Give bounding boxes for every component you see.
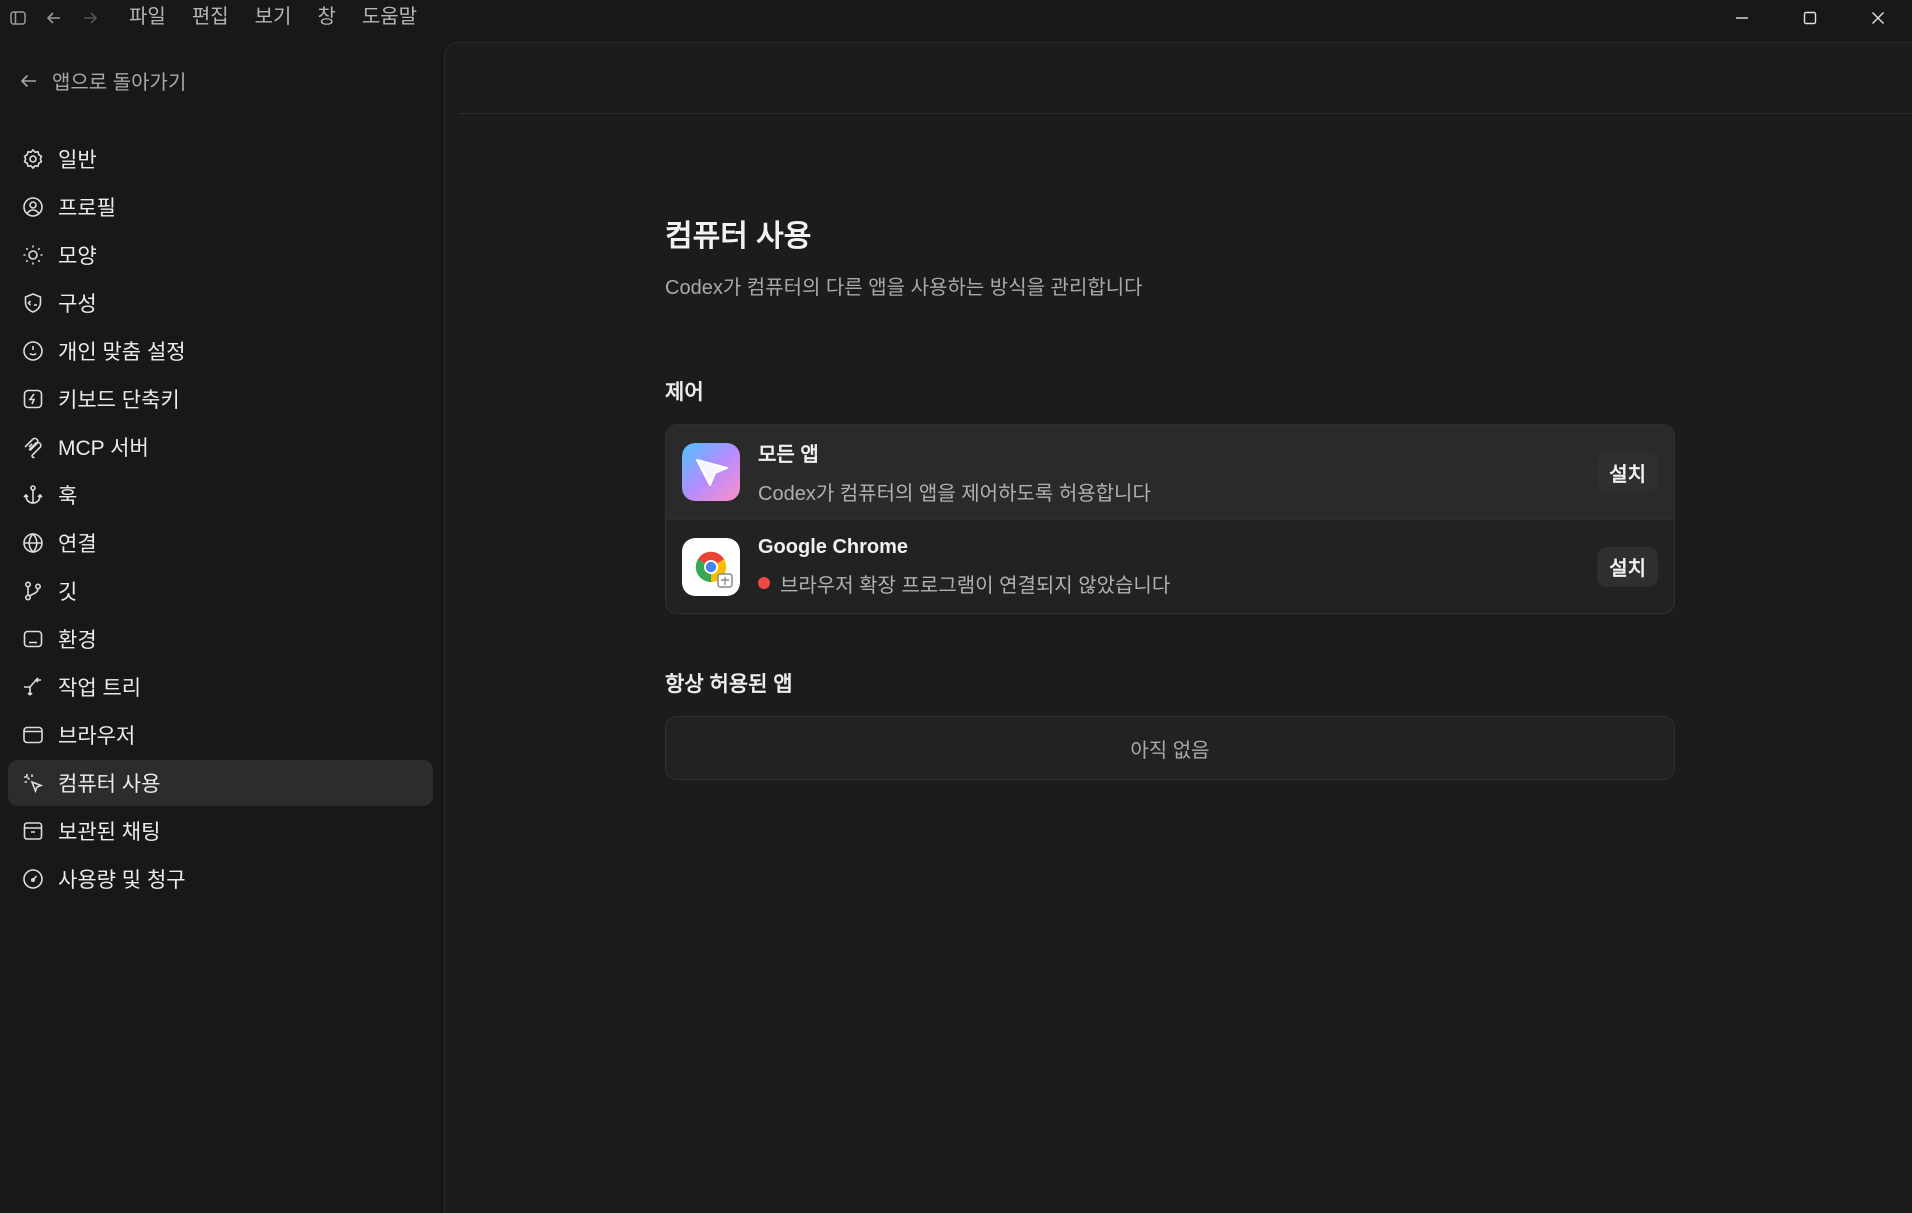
shield-code-icon: [24, 293, 42, 313]
sidebar-item-label: 일반: [58, 149, 97, 172]
globe-icon: [23, 532, 43, 554]
chrome-text: Google Chrome 브라우저 확장 프로그램이 연결되지 않았습니다: [758, 536, 1597, 598]
mcp-icon: [24, 437, 42, 459]
sidebar-item-worktrees[interactable]: 작업 트리: [8, 664, 433, 710]
sidebar-item-label: 보관된 채팅: [58, 821, 161, 844]
cursor-sparkle-icon: [24, 774, 44, 794]
all-apps-text: 모든 앱 Codex가 컴퓨터의 앱을 제어하도록 허용합니다: [758, 438, 1597, 506]
sidebar-item-personalization[interactable]: 개인 맞춤 설정: [8, 328, 433, 374]
install-chrome-button[interactable]: 설치: [1597, 546, 1658, 587]
sidebar-item-label: 연결: [58, 533, 97, 556]
all-apps-description-text: Codex가 컴퓨터의 앱을 제어하도록 허용합니다: [758, 483, 1151, 505]
sidebar-item-label: 개인 맞춤 설정: [58, 341, 186, 364]
git-branch-icon: [25, 581, 42, 601]
window-controls: [1708, 0, 1912, 36]
sidebar-item-profile[interactable]: 프로필: [8, 184, 433, 230]
sidebar-item-keyboard-shortcuts[interactable]: 키보드 단축키: [8, 376, 433, 422]
arrow-left-icon: [20, 74, 36, 87]
back-to-app-label: 앱으로 돌아가기: [52, 72, 187, 94]
sidebar-item-label: 깃: [58, 581, 78, 604]
sidebar-item-browser[interactable]: 브라우저: [8, 712, 433, 758]
sidebar-item-label: 훅: [58, 485, 78, 508]
terminal-box-icon: [23, 630, 43, 648]
sidebar-item-archived-chats[interactable]: 보관된 채팅: [8, 808, 433, 854]
sidebar-item-label: 키보드 단축키: [58, 389, 180, 412]
sidebar-item-environment[interactable]: 환경: [8, 616, 433, 662]
install-all-apps-button[interactable]: 설치: [1597, 452, 1658, 492]
sidebar-item-label: 모양: [58, 245, 97, 268]
settings-main-panel: 컴퓨터 사용 Codex가 컴퓨터의 다른 앱을 사용하는 방식을 관리합니다 …: [444, 42, 1912, 1213]
sidebar-item-label: 컴퓨터 사용: [58, 773, 161, 796]
back-arrow-icon[interactable]: [36, 0, 72, 36]
all-apps-icon: [682, 443, 740, 501]
sidebar-toggle-icon[interactable]: [0, 0, 36, 36]
sidebar-item-configuration[interactable]: 구성: [8, 280, 433, 326]
menu-window[interactable]: 창: [304, 0, 348, 36]
computer-use-settings: 컴퓨터 사용 Codex가 컴퓨터의 다른 앱을 사용하는 방식을 관리합니다 …: [665, 211, 1675, 780]
sidebar-item-connections[interactable]: 연결: [8, 520, 433, 566]
maximize-button[interactable]: [1776, 0, 1844, 36]
user-circle-icon: [23, 197, 43, 217]
empty-state-text: 아직 없음: [1130, 739, 1210, 762]
control-card: 모든 앱 Codex가 컴퓨터의 앱을 제어하도록 허용합니다 설치 Googl…: [665, 424, 1675, 614]
all-apps-description: Codex가 컴퓨터의 앱을 제어하도록 허용합니다: [758, 477, 1597, 506]
all-apps-title: 모든 앱: [758, 444, 819, 466]
smile-clock-icon: [23, 341, 43, 361]
bolt-key-icon: [23, 389, 43, 409]
settings-nav: 일반 프로필 모양 구성 개인 맞춤 설정 키보드 단축키 MCP 서버 훅 연…: [8, 136, 433, 904]
always-allowed-section-title: 항상 허용된 앱: [665, 673, 793, 696]
chrome-status: 브라우저 확장 프로그램이 연결되지 않았습니다: [758, 569, 1597, 598]
worktree-icon: [24, 677, 41, 696]
header-divider: [459, 113, 1912, 114]
sidebar-item-label: 사용량 및 청구: [58, 869, 186, 892]
sidebar-item-git[interactable]: 깃: [8, 568, 433, 614]
sun-icon: [23, 245, 43, 265]
menu-edit[interactable]: 편집: [179, 0, 242, 36]
title-bar: 파일 편집 보기 창 도움말: [0, 0, 1912, 36]
sidebar-item-label: 환경: [58, 629, 97, 652]
settings-sidebar: 앱으로 돌아가기 일반 프로필 모양 구성 개인 맞춤 설정 키보드 단축키 M…: [0, 36, 445, 1213]
sidebar-item-appearance[interactable]: 모양: [8, 232, 433, 278]
gear-icon: [23, 148, 43, 170]
always-allowed-empty-state: 아직 없음: [665, 716, 1675, 780]
control-row-all-apps: 모든 앱 Codex가 컴퓨터의 앱을 제어하도록 허용합니다 설치: [666, 425, 1674, 519]
sidebar-item-general[interactable]: 일반: [8, 136, 433, 182]
control-row-google-chrome: Google Chrome 브라우저 확장 프로그램이 연결되지 않았습니다 설…: [666, 519, 1674, 613]
sidebar-item-usage-billing[interactable]: 사용량 및 청구: [8, 856, 433, 902]
minimize-button[interactable]: [1708, 0, 1776, 36]
page-title: 컴퓨터 사용: [665, 220, 812, 253]
menu-view[interactable]: 보기: [242, 0, 305, 36]
gauge-icon: [23, 869, 43, 889]
browser-window-icon: [23, 726, 43, 744]
sidebar-item-computer-use[interactable]: 컴퓨터 사용: [8, 760, 433, 806]
forward-arrow-icon[interactable]: [72, 0, 108, 36]
back-to-app-link[interactable]: 앱으로 돌아가기: [18, 66, 186, 95]
menu-bar: 파일 편집 보기 창 도움말: [116, 0, 430, 36]
sidebar-item-label: 프로필: [58, 197, 116, 220]
close-button[interactable]: [1844, 0, 1912, 36]
menu-file[interactable]: 파일: [116, 0, 179, 36]
menu-help[interactable]: 도움말: [349, 0, 430, 36]
page-subtitle: Codex가 컴퓨터의 다른 앱을 사용하는 방식을 관리합니다: [665, 277, 1143, 299]
sidebar-item-label: MCP 서버: [58, 437, 149, 460]
anchor-icon: [23, 485, 43, 504]
chrome-icon: [682, 537, 740, 596]
sidebar-item-label: 구성: [58, 293, 97, 316]
archive-icon: [23, 822, 43, 840]
chrome-title: Google Chrome: [758, 535, 909, 558]
sidebar-item-mcp-servers[interactable]: MCP 서버: [8, 424, 433, 470]
chrome-status-text: 브라우저 확장 프로그램이 연결되지 않았습니다: [780, 574, 1171, 597]
sidebar-item-hooks[interactable]: 훅: [8, 472, 433, 518]
control-section-title: 제어: [665, 381, 704, 404]
status-dot-icon: [758, 577, 770, 589]
sidebar-item-label: 브라우저: [58, 725, 136, 748]
sidebar-item-label: 작업 트리: [58, 677, 142, 700]
